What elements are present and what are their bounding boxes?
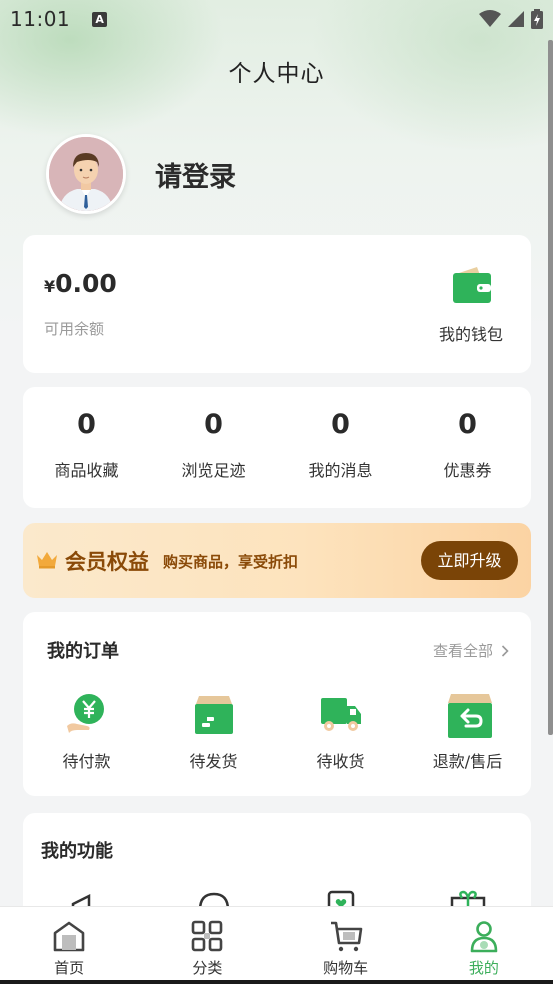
vip-banner: 会员权益 购买商品，享受折扣 立即升级 [23, 523, 531, 598]
stat-label: 商品收藏 [54, 461, 119, 480]
vip-subtitle: 购买商品，享受折扣 [163, 553, 299, 571]
order-refund[interactable]: 退款/售后 [404, 692, 531, 772]
vip-title: 会员权益 [65, 550, 149, 574]
bottom-tab-bar: 首页 分类 购物车 我的 [0, 906, 553, 984]
stat-messages[interactable]: 0 我的消息 [277, 387, 404, 508]
avatar[interactable] [46, 134, 126, 214]
stat-label: 优惠券 [443, 461, 492, 480]
default-avatar-icon [49, 137, 123, 211]
wallet-label: 我的钱包 [438, 325, 503, 344]
stat-value: 0 [204, 409, 223, 440]
status-bar: 11:01 A [0, 0, 553, 38]
tab-category[interactable]: 分类 [138, 907, 276, 984]
order-label: 待收货 [316, 752, 365, 771]
tab-label: 我的 [468, 959, 499, 977]
stat-label: 我的消息 [308, 461, 373, 480]
stat-value: 0 [458, 409, 477, 440]
login-link[interactable]: 请登录 [155, 155, 236, 194]
wallet-icon [449, 263, 493, 307]
upgrade-button[interactable]: 立即升级 [421, 541, 518, 580]
payment-icon [65, 692, 109, 736]
stat-history[interactable]: 0 浏览足迹 [150, 387, 277, 508]
functions-title: 我的功能 [41, 841, 113, 862]
package-icon [192, 692, 236, 736]
view-all-label: 查看全部 [432, 642, 493, 660]
truck-icon [319, 692, 363, 736]
stat-label: 浏览足迹 [181, 461, 246, 480]
wifi-icon [479, 10, 501, 27]
tab-label: 分类 [192, 959, 223, 977]
status-right [479, 9, 543, 29]
notification-app-icon: A [92, 11, 108, 27]
chevron-right-icon [501, 644, 509, 657]
my-wallet-button[interactable]: 我的钱包 [431, 263, 511, 345]
signal-icon [508, 11, 524, 27]
status-left: 11:01 A [10, 7, 108, 31]
view-all-orders-link[interactable]: 查看全部 [433, 640, 509, 661]
stat-coupons[interactable]: 0 优惠券 [404, 387, 531, 508]
scrollbar[interactable] [548, 40, 553, 735]
order-pending-shipment[interactable]: 待发货 [150, 692, 277, 772]
wallet-card: ¥0.00 可用余额 我的钱包 [23, 235, 531, 373]
gesture-bar [0, 980, 553, 984]
category-icon [190, 919, 224, 953]
order-pending-payment[interactable]: 待付款 [23, 692, 150, 772]
stat-value: 0 [77, 409, 96, 440]
stat-value: 0 [331, 409, 350, 440]
crown-icon [37, 552, 57, 569]
user-icon [467, 919, 501, 953]
refund-icon [446, 692, 492, 738]
orders-title: 我的订单 [47, 641, 119, 662]
order-label: 待发货 [189, 752, 238, 771]
tab-label: 首页 [54, 959, 85, 977]
tab-cart[interactable]: 购物车 [277, 907, 415, 984]
tab-label: 购物车 [323, 959, 369, 977]
balance: ¥0.00 [44, 269, 117, 298]
orders-card: 我的订单 查看全部 待付款 待发货 待收货 退款/售后 [23, 612, 531, 796]
order-status-row: 待付款 待发货 待收货 退款/售后 [23, 692, 531, 772]
page-title: 个人中心 [228, 61, 325, 87]
status-time: 11:01 [10, 7, 71, 31]
cart-icon [329, 919, 363, 953]
balance-label: 可用余额 [44, 320, 105, 338]
currency-symbol: ¥ [44, 277, 56, 296]
home-icon [52, 919, 86, 953]
order-label: 退款/售后 [432, 752, 503, 771]
battery-icon [531, 9, 543, 29]
order-pending-receipt[interactable]: 待收货 [277, 692, 404, 772]
order-label: 待付款 [62, 752, 111, 771]
balance-value: 0.00 [55, 269, 117, 298]
tab-home[interactable]: 首页 [0, 907, 138, 984]
stat-favorites[interactable]: 0 商品收藏 [23, 387, 150, 508]
stats-card: 0 商品收藏 0 浏览足迹 0 我的消息 0 优惠券 [23, 387, 531, 508]
tab-me[interactable]: 我的 [415, 907, 553, 984]
